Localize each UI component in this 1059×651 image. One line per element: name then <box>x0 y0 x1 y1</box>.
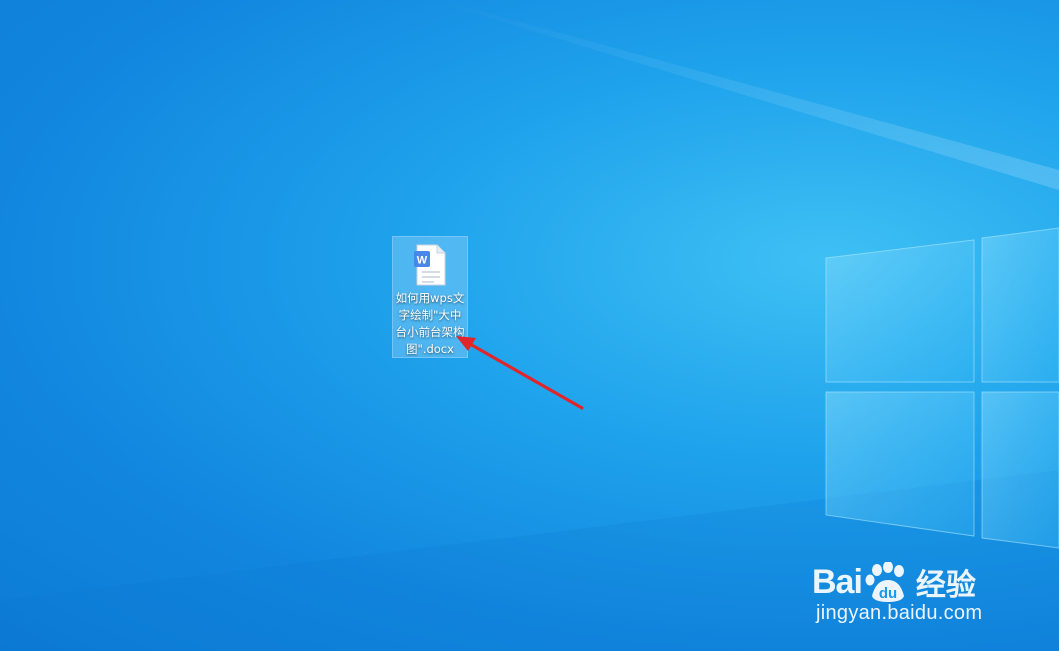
icon-label-line-1: 如何用wps文 <box>395 291 465 305</box>
watermark-brand-bai: Bai <box>812 562 863 601</box>
desktop-icon-label[interactable]: 如何用wps文 字绘制"大中 台小前台架构 图".docx <box>393 290 467 358</box>
windows-logo-pane-top-right <box>981 227 1059 383</box>
baidu-jingyan-watermark: Bai du 经验 jingyan.baidu.com <box>812 538 1052 638</box>
icon-label-line-3: 台小前台架构 <box>395 325 465 339</box>
desktop-background[interactable]: W 如何用wps文 字绘制"大中 台小前台架构 图".docx Bai du 经… <box>0 0 1059 651</box>
windows-logo-pane-bottom-right <box>981 391 1059 549</box>
watermark-brand-du: du <box>879 585 897 602</box>
desktop-icon-wps-document[interactable]: W 如何用wps文 字绘制"大中 台小前台架构 图".docx <box>392 236 468 358</box>
watermark-url: jingyan.baidu.com <box>816 602 983 624</box>
svg-text:W: W <box>417 255 428 267</box>
icon-label-line-2: 字绘制"大中 <box>398 308 462 322</box>
wps-document-icon: W <box>414 244 446 286</box>
icon-label-line-4: 图".docx <box>406 342 454 356</box>
windows-logo-pane-top-left <box>825 239 975 383</box>
watermark-brand-jingyan: 经验 <box>915 568 976 603</box>
windows-logo-pane-bottom-left <box>825 391 975 537</box>
baidu-paw-icon: du <box>864 561 910 602</box>
